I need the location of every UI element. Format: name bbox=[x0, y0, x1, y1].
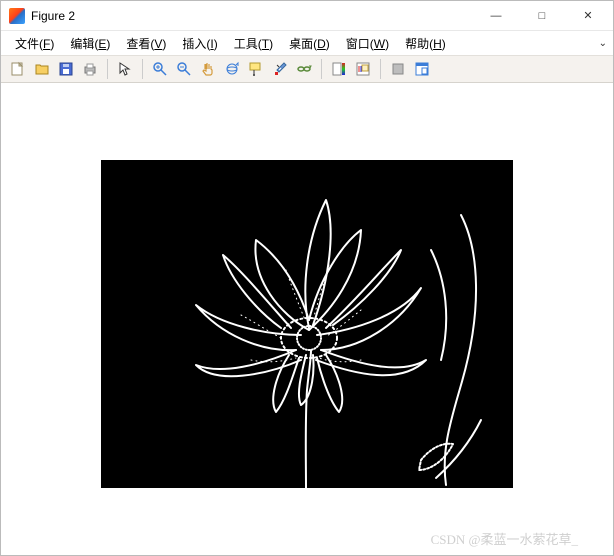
open-button[interactable] bbox=[31, 58, 53, 80]
print-button[interactable] bbox=[79, 58, 101, 80]
minimize-button[interactable]: — bbox=[473, 1, 519, 31]
save-button[interactable] bbox=[55, 58, 77, 80]
brush-button[interactable] bbox=[269, 58, 291, 80]
window-controls: — □ ✕ bbox=[473, 1, 611, 31]
data-cursor-button[interactable] bbox=[245, 58, 267, 80]
menu-insert[interactable]: 插入(I) bbox=[174, 32, 225, 55]
dock-button[interactable] bbox=[411, 58, 433, 80]
rotate3d-button[interactable] bbox=[221, 58, 243, 80]
matlab-icon bbox=[9, 8, 25, 24]
menu-tools[interactable]: 工具(T) bbox=[226, 32, 281, 55]
colorbar-button[interactable] bbox=[328, 58, 350, 80]
axes-background bbox=[1, 83, 613, 555]
toolbar-sep-1 bbox=[107, 59, 108, 79]
edge-image-icon bbox=[101, 160, 513, 488]
toolbar-sep-3 bbox=[321, 59, 322, 79]
menubar: 文件(F) 编辑(E) 查看(V) 插入(I) 工具(T) 桌面(D) 窗口(W… bbox=[1, 31, 613, 55]
menu-desktop[interactable]: 桌面(D) bbox=[281, 32, 338, 55]
window-title: Figure 2 bbox=[31, 9, 473, 23]
zoom-in-button[interactable] bbox=[149, 58, 171, 80]
menu-overflow-icon[interactable]: ⌄ bbox=[599, 38, 607, 49]
pan-button[interactable] bbox=[197, 58, 219, 80]
titlebar: Figure 2 — □ ✕ bbox=[1, 1, 613, 31]
new-figure-button[interactable] bbox=[7, 58, 29, 80]
menu-file[interactable]: 文件(F) bbox=[7, 32, 62, 55]
image-display[interactable] bbox=[101, 160, 513, 488]
zoom-out-button[interactable] bbox=[173, 58, 195, 80]
toolbar-sep-2 bbox=[142, 59, 143, 79]
link-button[interactable] bbox=[293, 58, 315, 80]
watermark-text: CSDN @柔蓝一水萦花草_ bbox=[431, 529, 578, 548]
pointer-button[interactable] bbox=[114, 58, 136, 80]
menu-window[interactable]: 窗口(W) bbox=[338, 32, 397, 55]
close-button[interactable]: ✕ bbox=[565, 1, 611, 31]
menu-edit[interactable]: 编辑(E) bbox=[62, 32, 118, 55]
toolbar-sep-4 bbox=[380, 59, 381, 79]
menu-view[interactable]: 查看(V) bbox=[118, 32, 174, 55]
maximize-button[interactable]: □ bbox=[519, 1, 565, 31]
menu-help[interactable]: 帮助(H) bbox=[397, 32, 454, 55]
figure-canvas-area bbox=[1, 83, 613, 555]
legend-button[interactable] bbox=[352, 58, 374, 80]
toolbar bbox=[1, 55, 613, 83]
hide-plot-tools-button[interactable] bbox=[387, 58, 409, 80]
